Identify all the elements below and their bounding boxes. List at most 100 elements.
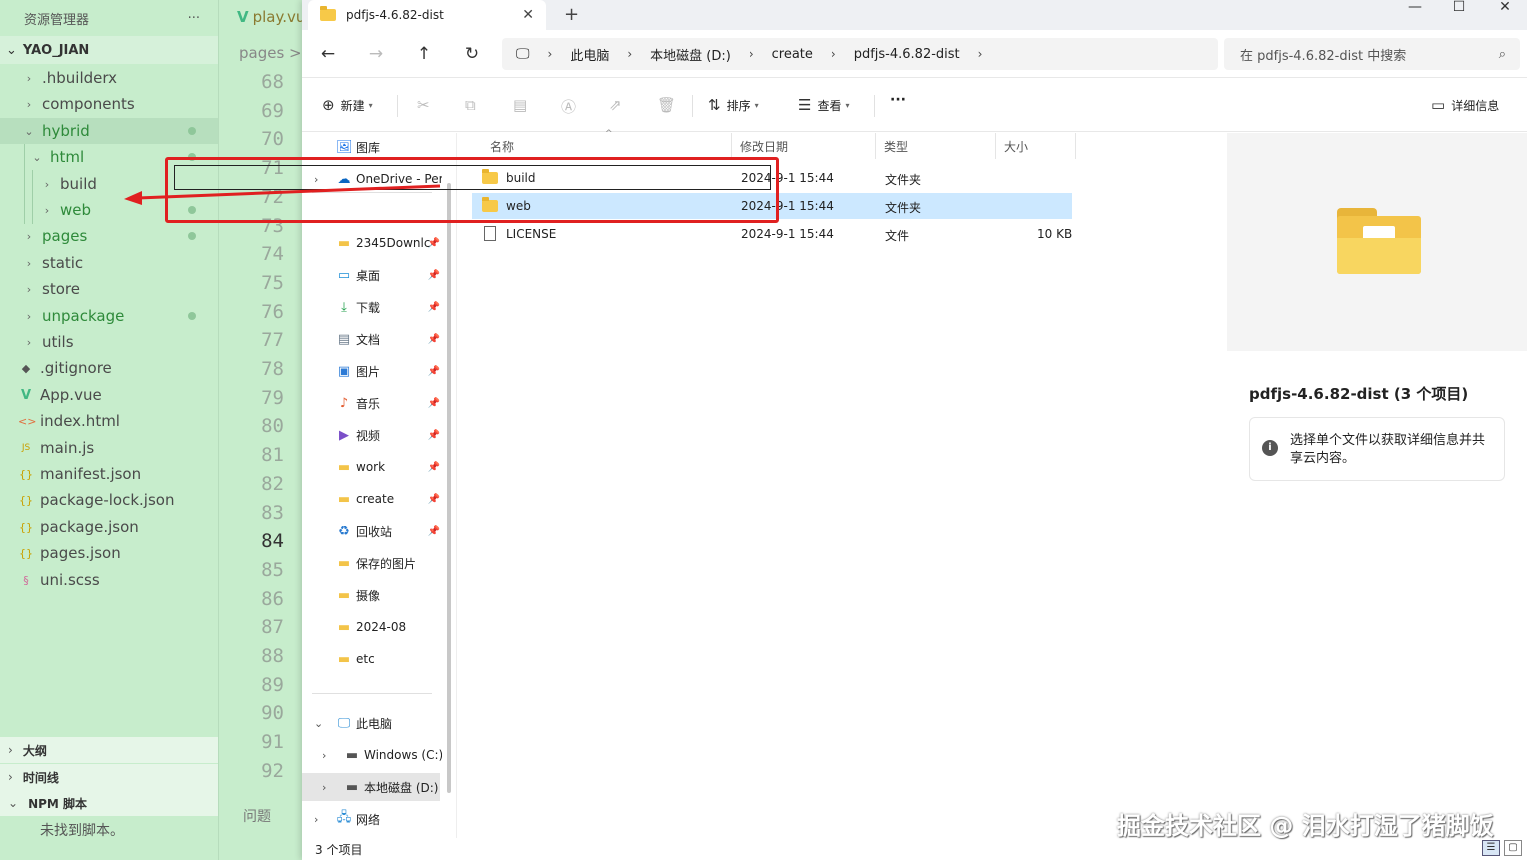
view-button[interactable]: ☰ 查看 ▾: [798, 96, 849, 114]
tree-item-uni-scss[interactable]: § uni.scss: [0, 567, 218, 593]
nav-item[interactable]: ▶ 视频 📌: [302, 421, 442, 449]
nav-item[interactable]: ▬ etc: [302, 645, 442, 673]
chevron-right-icon: ›: [26, 309, 32, 323]
column-size[interactable]: 大小: [996, 133, 1076, 159]
info-icon: i: [1262, 440, 1278, 456]
tree-item-static[interactable]: › static: [0, 250, 218, 276]
new-button[interactable]: ⊕ 新建 ▾: [322, 96, 373, 114]
search-box[interactable]: 在 pdfjs-4.6.82-dist 中搜索 ⌕: [1224, 38, 1520, 70]
column-type[interactable]: 类型: [876, 133, 996, 159]
chevron-right-icon[interactable]: ›: [314, 813, 318, 826]
breadcrumb-pc[interactable]: 此电脑: [570, 45, 609, 64]
new-tab-icon[interactable]: +: [564, 4, 579, 25]
tree-item-pages[interactable]: › pages: [0, 223, 218, 249]
chevron-down-icon[interactable]: ⌄: [314, 717, 323, 730]
tree-item-pages-json[interactable]: {} pages.json: [0, 540, 218, 566]
tree-item-store[interactable]: › store: [0, 276, 218, 302]
copy-icon: ⧉: [465, 96, 476, 114]
file-row-license[interactable]: LICENSE 2024-9-1 15:44 文件 10 KB: [472, 221, 1072, 247]
details-title: pdfjs-4.6.82-dist (3 个项目): [1249, 385, 1469, 403]
copy-button[interactable]: ⧉: [465, 96, 482, 114]
tree-item-hbuilderx[interactable]: › .hbuilderx: [0, 65, 218, 91]
tree-item-package-json[interactable]: {} package.json: [0, 514, 218, 540]
nav-item[interactable]: ▬ work 📌: [302, 453, 442, 481]
problems-tab[interactable]: 问题: [243, 806, 271, 826]
cut-button[interactable]: ✂: [417, 96, 436, 114]
nav-item[interactable]: ♻ 回收站 📌: [302, 517, 442, 545]
rename-button[interactable]: Ⓐ: [561, 96, 582, 117]
chevron-down-icon: ▾: [845, 100, 850, 110]
line-number: 89: [261, 673, 284, 696]
details-message: 选择单个文件以获取详细信息并共享云内容。: [1290, 433, 1486, 466]
tree-item-manifest-json[interactable]: {} manifest.json: [0, 461, 218, 487]
paste-button[interactable]: ▤: [513, 96, 533, 114]
refresh-icon[interactable]: ↻: [460, 44, 484, 64]
nav-item[interactable]: ▬ 保存的图片: [302, 549, 442, 577]
explorer-tab[interactable]: pdfjs-4.6.82-dist ✕: [308, 0, 546, 30]
tree-item-gitignore[interactable]: ◆ .gitignore: [0, 355, 218, 381]
tree-item-unpackage[interactable]: › unpackage: [0, 303, 218, 329]
nav-item[interactable]: ▤ 文档 📌: [302, 325, 442, 353]
details-view-icon[interactable]: ☰: [1482, 840, 1500, 856]
editor-breadcrumb[interactable]: pages >: [239, 44, 302, 62]
chevron-right-icon[interactable]: ›: [322, 749, 326, 762]
close-icon[interactable]: ✕: [522, 7, 534, 23]
tiles-view-icon[interactable]: ▢: [1504, 840, 1522, 856]
nav-item[interactable]: ▬ 2345Downlc 📌: [302, 229, 442, 257]
nav-item[interactable]: ⌄ 🖵 此电脑: [302, 709, 442, 737]
music-icon: ♪: [339, 395, 349, 411]
nav-item[interactable]: ▭ 桌面 📌: [302, 261, 442, 289]
nav-item[interactable]: ▣ 图片 📌: [302, 357, 442, 385]
nav-item[interactable]: › ▬ Windows (C:): [302, 741, 442, 769]
line-number: 69: [261, 99, 284, 122]
close-window-icon[interactable]: ✕: [1482, 0, 1527, 14]
chevron-right-icon: ›: [26, 256, 32, 270]
timeline-section[interactable]: › 时间线: [0, 764, 218, 790]
nav-item[interactable]: ▬ 摄像: [302, 581, 442, 609]
column-name[interactable]: 名称: [482, 133, 732, 159]
project-root[interactable]: ⌄ YAO_JIAN: [0, 36, 218, 64]
tree-item-hybrid[interactable]: ⌄ hybrid: [0, 118, 218, 144]
editor-tab[interactable]: Vplay.vu: [237, 8, 305, 26]
tree-item-main-js[interactable]: JS main.js: [0, 435, 218, 461]
outline-section[interactable]: › 大纲: [0, 737, 218, 763]
sort-button[interactable]: ⇅ 排序 ▾: [708, 96, 759, 114]
details-pane-button[interactable]: ▭ 详细信息: [1431, 96, 1499, 114]
chevron-right-icon: ›: [26, 282, 32, 296]
line-number: 84: [261, 530, 284, 553]
tree-item-app-vue[interactable]: V App.vue: [0, 382, 218, 408]
file-icon: [484, 226, 496, 241]
nav-item[interactable]: › 🖧 网络: [302, 805, 442, 833]
nav-item-label: 图片: [356, 364, 381, 379]
nav-item[interactable]: ⤓ 下载 📌: [302, 293, 442, 321]
nav-item-label: 保存的图片: [356, 556, 417, 571]
breadcrumb-drive-d[interactable]: 本地磁盘 (D:): [650, 45, 731, 64]
address-bar[interactable]: 🖵 › 此电脑 › 本地磁盘 (D:) › create › pdfjs-4.6…: [502, 38, 1218, 70]
nav-item[interactable]: ♪ 音乐 📌: [302, 389, 442, 417]
more-icon[interactable]: ···: [188, 11, 200, 26]
column-date[interactable]: 修改日期: [732, 133, 876, 159]
nav-item[interactable]: ▬ 2024-08: [302, 613, 442, 641]
share-button[interactable]: ⇗: [609, 96, 628, 114]
forward-icon[interactable]: →: [364, 44, 388, 64]
nav-item[interactable]: ▬ create 📌: [302, 485, 442, 513]
more-options-button[interactable]: ···: [890, 92, 906, 108]
minimize-icon[interactable]: —: [1392, 0, 1438, 14]
breadcrumb-create[interactable]: create: [772, 47, 813, 62]
up-icon[interactable]: ↑: [412, 44, 436, 64]
maximize-icon[interactable]: ☐: [1436, 0, 1482, 14]
tree-item-components[interactable]: › components: [0, 91, 218, 117]
search-icon: ⌕: [1498, 46, 1506, 62]
tree-item-index-html[interactable]: <> index.html: [0, 408, 218, 434]
chevron-right-icon[interactable]: ›: [322, 781, 326, 794]
chevron-right-icon: ›: [44, 177, 50, 191]
nav-scrollbar[interactable]: [447, 183, 451, 793]
folder-icon: ▬: [337, 587, 351, 603]
tree-item-utils[interactable]: › utils: [0, 329, 218, 355]
delete-button[interactable]: 🗑: [657, 96, 682, 114]
back-icon[interactable]: ←: [316, 44, 340, 64]
tree-item-package-lock-json[interactable]: {} package-lock.json: [0, 487, 218, 513]
breadcrumb-pdfjs[interactable]: pdfjs-4.6.82-dist: [854, 47, 960, 62]
npm-scripts-section[interactable]: ⌄ NPM 脚本: [0, 790, 218, 816]
nav-item[interactable]: › ▬ 本地磁盘 (D:): [302, 773, 440, 801]
